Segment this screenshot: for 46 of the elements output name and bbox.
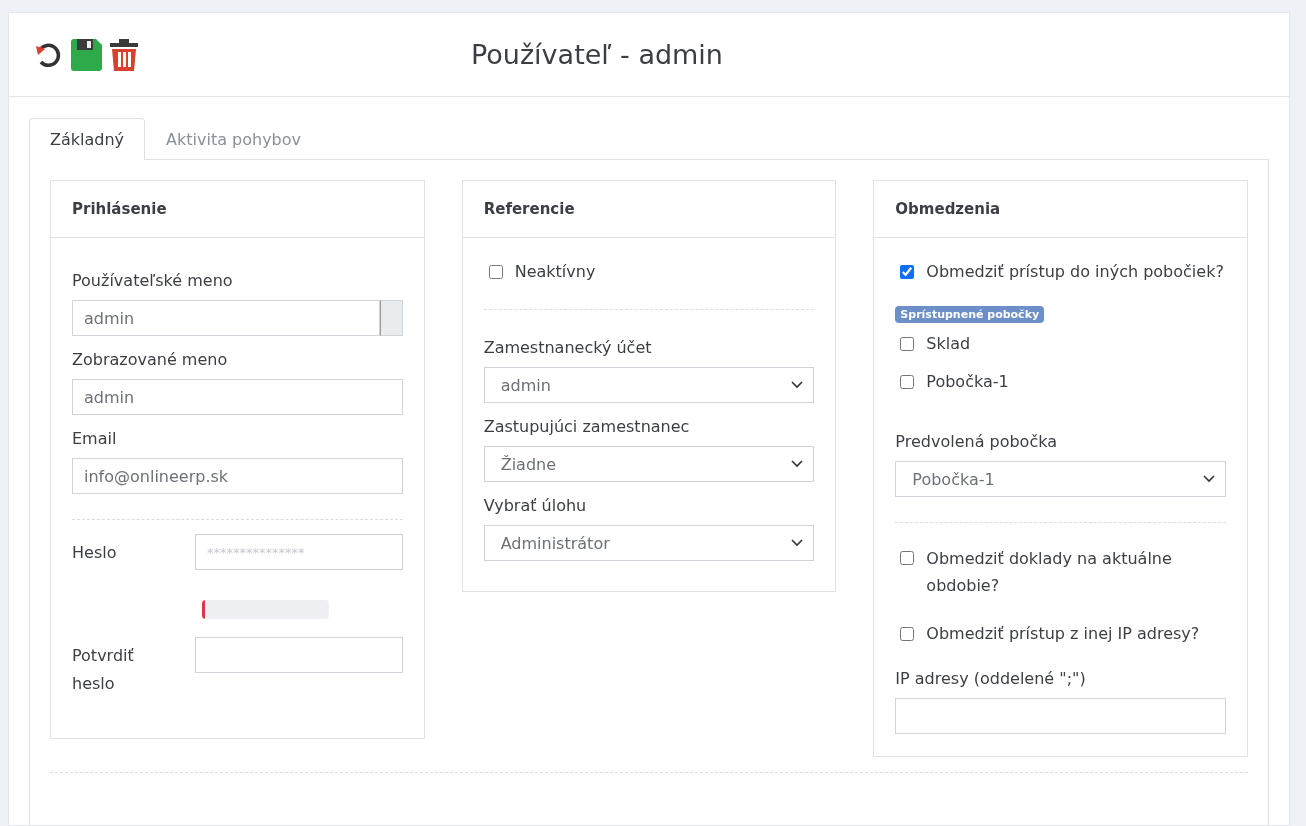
select-field[interactable]: Pobočka-1 (895, 461, 1226, 497)
checkbox[interactable] (488, 264, 503, 279)
input-field[interactable] (895, 698, 1226, 734)
select-field[interactable]: Žiadne (483, 446, 815, 482)
checkbox[interactable] (900, 264, 915, 279)
field-label: Zastupujúci zamestnanec (483, 417, 691, 436)
chevron-down-icon (1203, 475, 1215, 483)
badge: Sprístupnené pobočky (895, 306, 1045, 323)
checkbox-label: Obmedziť prístup do iných pobočiek? (926, 262, 1224, 281)
panel-title: Obmedzenia (874, 181, 1247, 238)
field-label: Potvrdiť heslo (72, 645, 135, 695)
field-label: Predvolená pobočka (895, 432, 1058, 451)
select-field[interactable]: Administrátor (483, 525, 815, 561)
password-field[interactable] (195, 637, 403, 673)
select-field[interactable]: admin (483, 367, 815, 403)
checkbox-label: Obmedziť prístup z inej IP adresy? (926, 624, 1200, 643)
checkbox[interactable] (900, 374, 915, 389)
checkbox[interactable] (900, 336, 915, 351)
field-label: Heslo (72, 542, 118, 564)
checkbox[interactable] (900, 551, 915, 565)
trash-icon[interactable] (109, 37, 139, 72)
field-label: Vybrať úlohu (483, 496, 588, 515)
password-field[interactable]: *************** (195, 534, 403, 570)
field-label: Zobrazované meno (72, 350, 229, 369)
input-addon[interactable] (379, 300, 403, 336)
input-field[interactable]: admin (72, 300, 380, 336)
page-title: Používateľ - admin (471, 39, 724, 70)
field-label: IP adresy (oddelené ";") (895, 669, 1087, 688)
checkbox-label: Pobočka-1 (926, 372, 1009, 391)
checkbox-label: Sklad (926, 334, 971, 353)
field-label: Email (72, 429, 118, 448)
chevron-down-icon (791, 460, 804, 468)
tab[interactable]: Aktivita pohybov (145, 118, 323, 160)
input-field[interactable]: admin (72, 379, 403, 415)
save-icon[interactable] (69, 37, 103, 72)
checkbox-label: Neaktívny (514, 262, 596, 281)
field-label: Zamestnanecký účet (483, 338, 653, 357)
chevron-down-icon (791, 539, 804, 547)
checkbox-label: Obmedziť doklady na aktuálne obdobie? (926, 548, 1173, 597)
checkbox[interactable] (900, 626, 915, 641)
field-label: Používateľské meno (72, 271, 234, 290)
panel-title: Prihlásenie (51, 181, 424, 238)
chevron-down-icon (791, 381, 804, 389)
tab[interactable]: Základný (29, 118, 146, 160)
panel-title: Referencie (462, 181, 836, 238)
input-field[interactable]: info@onlineerp.sk (72, 458, 403, 494)
